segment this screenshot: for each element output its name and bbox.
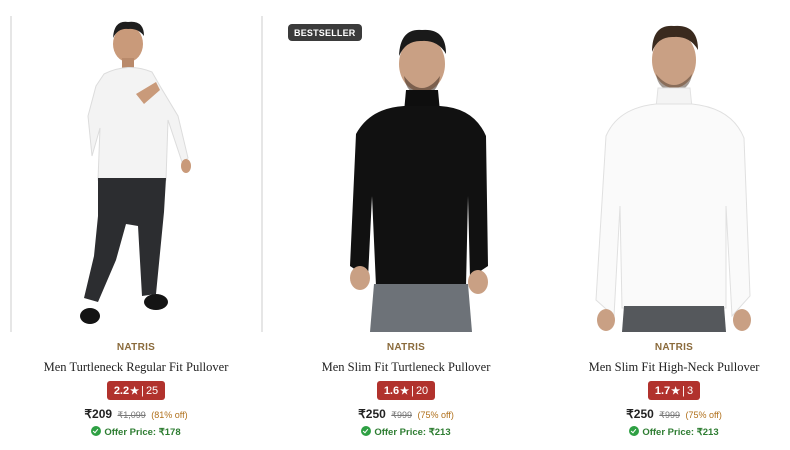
offer-label: Offer Price: <box>374 427 427 438</box>
discount-percent: (75% off) <box>685 410 722 420</box>
product-title[interactable]: Men Slim Fit Turtleneck Pullover <box>280 358 532 376</box>
selling-price: ₹209 <box>84 407 113 421</box>
product-image[interactable] <box>548 16 790 332</box>
star-icon: ★ <box>671 386 681 397</box>
rating-badge: 1.6★ | 20 <box>376 381 436 400</box>
product-brand: NATRIS <box>386 342 426 353</box>
product-title[interactable]: Men Slim Fit High-Neck Pullover <box>548 358 790 376</box>
rating-badge: 2.2★ | 25 <box>106 381 166 400</box>
offer-check-icon <box>629 426 640 436</box>
product-image[interactable]: BESTSELLER <box>280 16 532 332</box>
star-icon: ★ <box>400 386 410 397</box>
discount-percent: (81% off) <box>151 410 188 420</box>
offer-check-icon <box>91 426 102 436</box>
product-info: NATRIS Men Slim Fit High-Neck Pullover 1… <box>548 340 790 440</box>
offer-price-row: Offer Price: ₹178 <box>10 426 262 440</box>
discount-percent: (75% off) <box>417 410 454 420</box>
rating-badge: 1.7★ | 3 <box>647 381 701 400</box>
product-card[interactable]: BESTSELLER NATRIS Men Slim Fit Turtlenec… <box>280 16 532 446</box>
offer-price: ₹213 <box>696 427 719 438</box>
offer-price: ₹178 <box>158 427 181 438</box>
review-count: 25 <box>145 385 159 397</box>
review-count: 3 <box>687 385 694 397</box>
offer-label: Offer Price: <box>642 427 695 438</box>
price-row: ₹209 ₹1,099 (81% off) <box>10 407 262 421</box>
mrp-price: ₹1,099 <box>117 410 146 420</box>
offer-price: ₹213 <box>428 427 451 438</box>
star-icon: ★ <box>130 386 140 397</box>
product-card[interactable]: NATRIS Men Turtleneck Regular Fit Pullov… <box>10 16 262 446</box>
offer-price-row: Offer Price: ₹213 <box>548 426 790 440</box>
product-brand: NATRIS <box>116 342 156 353</box>
selling-price: ₹250 <box>358 407 386 421</box>
model-black-turtleneck-image <box>350 29 488 332</box>
product-title[interactable]: Men Turtleneck Regular Fit Pullover <box>10 358 262 376</box>
price-row: ₹250 ₹999 (75% off) <box>280 407 532 421</box>
mrp-price: ₹999 <box>391 410 413 420</box>
selling-price: ₹250 <box>626 407 654 421</box>
product-image[interactable] <box>10 16 262 332</box>
review-count: 20 <box>415 385 429 397</box>
rating-value: 2.2 <box>113 385 130 397</box>
product-grid: NATRIS Men Turtleneck Regular Fit Pullov… <box>0 0 790 450</box>
product-info: NATRIS Men Slim Fit Turtleneck Pullover … <box>280 340 532 440</box>
offer-label: Offer Price: <box>104 427 157 438</box>
bestseller-badge: BESTSELLER <box>288 24 362 41</box>
offer-price-row: Offer Price: ₹213 <box>280 426 532 440</box>
product-card[interactable]: NATRIS Men Slim Fit High-Neck Pullover 1… <box>548 16 790 446</box>
product-brand: NATRIS <box>654 342 694 353</box>
rating-value: 1.7 <box>654 385 671 397</box>
model-full-body-image <box>80 21 191 324</box>
rating-value: 1.6 <box>383 385 400 397</box>
product-info: NATRIS Men Turtleneck Regular Fit Pullov… <box>10 340 262 440</box>
price-row: ₹250 ₹999 (75% off) <box>548 407 790 421</box>
model-white-highneck-image <box>595 25 751 332</box>
offer-check-icon <box>361 426 372 436</box>
mrp-price: ₹999 <box>659 410 681 420</box>
